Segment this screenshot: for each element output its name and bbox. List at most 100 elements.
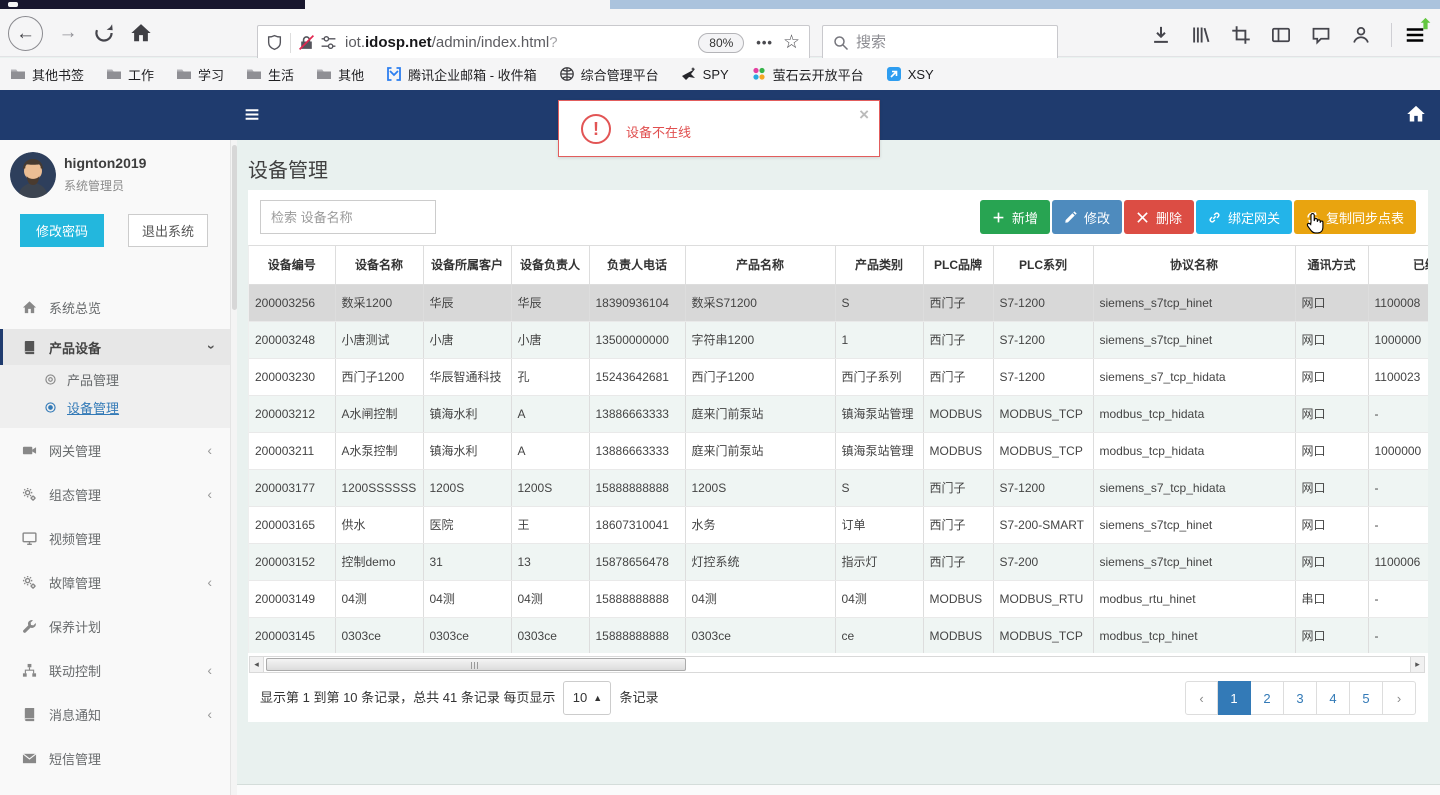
- action-button-删除[interactable]: 删除: [1123, 200, 1194, 234]
- browser-search-input[interactable]: [856, 34, 1026, 51]
- bookmark-item[interactable]: 腾讯企业邮箱 - 收件箱: [386, 65, 537, 84]
- page-prev-button[interactable]: ‹: [1185, 681, 1218, 715]
- sidebar-item-视频管理[interactable]: 视频管理: [0, 516, 230, 560]
- alert-close-icon[interactable]: ×: [859, 105, 869, 125]
- download-icon[interactable]: [1151, 25, 1171, 45]
- app-menu-button[interactable]: [1404, 17, 1431, 46]
- app-home-icon[interactable]: [1406, 104, 1426, 124]
- action-button-修改[interactable]: 修改: [1051, 200, 1122, 234]
- column-header[interactable]: 协议名称: [1093, 246, 1296, 285]
- table-cell: MODBUS_TCP: [993, 395, 1094, 433]
- library-icon[interactable]: [1191, 25, 1211, 45]
- table-row[interactable]: 200003248 小唐测试 小唐 小唐 13500000000 字符串1200 1 西门子 S…: [249, 321, 1428, 359]
- sidebar-item-消息通知[interactable]: 消息通知 ‹: [0, 692, 230, 736]
- column-header[interactable]: 通讯方式: [1295, 246, 1369, 285]
- sidebar-item-产品设备[interactable]: 产品设备 ‹: [0, 329, 230, 365]
- column-header[interactable]: 设备负责人: [511, 246, 590, 285]
- column-header[interactable]: PLC品牌: [923, 246, 994, 285]
- back-button[interactable]: ←: [8, 16, 43, 51]
- logout-button[interactable]: 退出系统: [128, 214, 208, 247]
- reload-button[interactable]: [93, 22, 115, 44]
- browser-search-box[interactable]: [822, 25, 1058, 60]
- scrollbar-thumb[interactable]: [266, 658, 686, 671]
- bookmark-label: 其他: [338, 67, 365, 83]
- page-button-2[interactable]: 2: [1251, 681, 1284, 715]
- column-header[interactable]: 产品类别: [835, 246, 924, 285]
- page-actions-icon[interactable]: •••: [756, 35, 773, 50]
- change-password-button[interactable]: 修改密码: [20, 214, 104, 247]
- sidebar-group: 产品设备 ‹ 产品管理 设备管理: [0, 329, 230, 428]
- page-next-button[interactable]: ›: [1383, 681, 1416, 715]
- table-cell: 1200S: [423, 469, 512, 507]
- column-header[interactable]: 设备编号: [249, 246, 336, 285]
- url-bar[interactable]: iot.idosp.net/admin/index.html? 80% ••• …: [257, 25, 810, 60]
- table-row[interactable]: 200003212 A水闸控制 镇海水利 A 13886663333 庭来门前泵站 镇海泵站…: [249, 395, 1428, 433]
- table-cell: 1000000: [1368, 432, 1428, 470]
- table-row[interactable]: 200003230 西门子1200 华辰智通科技孔 15243642681 西门子120…: [249, 358, 1428, 396]
- table-row[interactable]: 200003145 0303ce 0303ce 0303ce 15888888888 03…: [249, 617, 1428, 653]
- browser-home-button[interactable]: [130, 22, 152, 44]
- sidebar-collapse-icon[interactable]: [242, 106, 262, 123]
- content-vertical-scrollbar[interactable]: [230, 140, 237, 795]
- insecure-lock-icon[interactable]: [298, 34, 315, 51]
- sidebar-item-组态管理[interactable]: 组态管理 ‹: [0, 472, 230, 516]
- column-header[interactable]: 设备所属客户: [423, 246, 512, 285]
- bookmark-item[interactable]: 学习: [176, 65, 224, 84]
- sidebar-item-系统总览[interactable]: 系统总览: [0, 285, 230, 329]
- sidebar-item-网关管理[interactable]: 网关管理 ‹: [0, 428, 230, 472]
- bookmark-item[interactable]: 工作: [106, 65, 154, 84]
- page-button-1[interactable]: 1: [1218, 681, 1251, 715]
- zoom-level-badge[interactable]: 80%: [698, 32, 745, 53]
- page-button-5[interactable]: 5: [1350, 681, 1383, 715]
- bookmark-star-icon[interactable]: ☆: [783, 31, 800, 54]
- bookmark-item[interactable]: XSY: [886, 66, 934, 82]
- column-header[interactable]: 设备名称: [335, 246, 424, 285]
- action-button-新增[interactable]: 新增: [979, 200, 1050, 234]
- active-tab[interactable]: [305, 0, 610, 9]
- bookmark-item[interactable]: SPY: [681, 66, 729, 82]
- sidebar-subitem-产品管理[interactable]: 产品管理: [0, 365, 230, 393]
- scroll-left-arrow[interactable]: ◂: [250, 657, 264, 672]
- sidebar-toggle-icon[interactable]: [1271, 25, 1291, 45]
- forward-button[interactable]: →: [55, 22, 81, 44]
- messages-bubble-icon[interactable]: [1311, 25, 1331, 45]
- page-button-4[interactable]: 4: [1317, 681, 1350, 715]
- scroll-right-arrow[interactable]: ▸: [1410, 657, 1424, 672]
- account-icon[interactable]: [1351, 25, 1371, 45]
- column-header[interactable]: 产品名称: [685, 246, 836, 285]
- permissions-icon[interactable]: [320, 34, 337, 51]
- table-row[interactable]: 200003149 04测 04测 04测 15888888888 04测 04测 MODBU…: [249, 580, 1428, 618]
- sidebar-item-短信管理[interactable]: 短信管理: [0, 736, 230, 780]
- bookmark-item[interactable]: 其他书签: [10, 65, 84, 84]
- table-cell: 西门子系列: [835, 358, 924, 396]
- table-row[interactable]: 200003211 A水泵控制 镇海水利 A 13886663333 庭来门前泵站 镇海泵站…: [249, 432, 1428, 470]
- table-row[interactable]: 200003177 1200SSSSSS 1200S 1200S 15888888888…: [249, 469, 1428, 507]
- action-button-绑定网关[interactable]: 绑定网关: [1195, 200, 1292, 234]
- bookmark-item[interactable]: 其他: [316, 65, 364, 84]
- circle-o-icon: [44, 373, 57, 386]
- sidebar-item-label: 短信管理: [49, 751, 102, 767]
- table-row[interactable]: 200003152 控制demo 31 13 15878656478 灯控系统 指示灯 西门子…: [249, 543, 1428, 581]
- page-size-dropdown[interactable]: 10 ▲: [563, 681, 612, 715]
- screenshot-crop-icon[interactable]: [1231, 25, 1251, 45]
- table-cell: S: [835, 284, 924, 322]
- scrollbar-track[interactable]: [264, 657, 1410, 672]
- column-header[interactable]: PLC系列: [993, 246, 1094, 285]
- column-header[interactable]: 已绑定网关: [1368, 246, 1428, 285]
- sidebar-item-联动控制[interactable]: 联动控制 ‹: [0, 648, 230, 692]
- shield-icon[interactable]: [266, 34, 283, 51]
- table-row[interactable]: 200003256 数采1200 华辰 华辰 18390936104 数采S71200 S 西…: [249, 284, 1428, 322]
- action-button-复制同步点表[interactable]: 复制同步点表: [1293, 200, 1416, 234]
- table-row[interactable]: 200003165 供水 医院王 18607310041 水务 订单 西门子 S7-200-S…: [249, 506, 1428, 544]
- sidebar-item-保养计划[interactable]: 保养计划: [0, 604, 230, 648]
- device-search-input[interactable]: [260, 200, 436, 234]
- column-header[interactable]: 负责人电话: [589, 246, 686, 285]
- sidebar-item-故障管理[interactable]: 故障管理 ‹: [0, 560, 230, 604]
- sidebar-subitem-设备管理[interactable]: 设备管理: [0, 393, 230, 421]
- bookmark-item[interactable]: 萤石云开放平台: [751, 65, 864, 84]
- bookmark-item[interactable]: 综合管理平台: [559, 65, 659, 84]
- table-cell: 小唐测试: [335, 321, 424, 359]
- bookmark-item[interactable]: 生活: [246, 65, 294, 84]
- page-button-3[interactable]: 3: [1284, 681, 1317, 715]
- table-horizontal-scrollbar[interactable]: ◂ ▸: [249, 656, 1425, 673]
